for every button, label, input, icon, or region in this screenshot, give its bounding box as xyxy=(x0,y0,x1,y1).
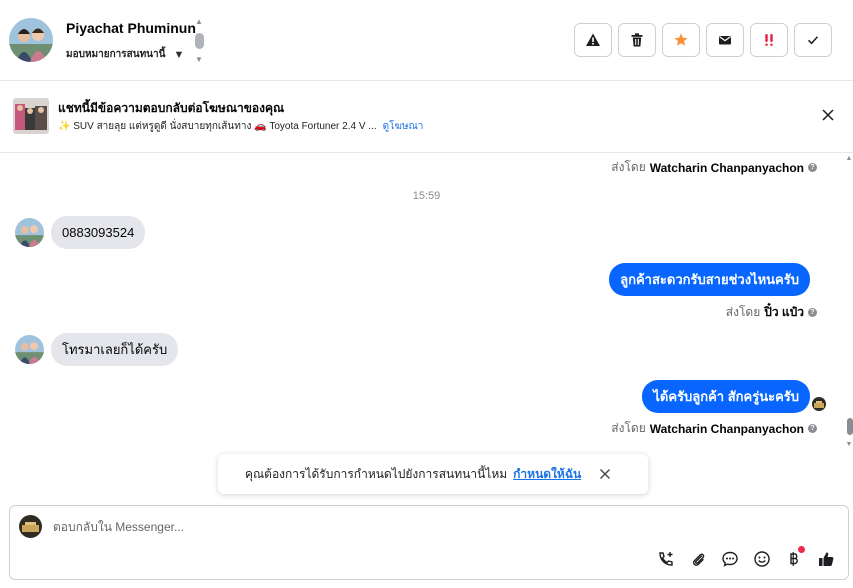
thread-scrollbar[interactable]: ▲ ▼ xyxy=(845,153,853,451)
info-icon[interactable]: ? xyxy=(808,163,817,172)
outgoing-message: ได้ครับลูกค้า สักครู่นะครับ xyxy=(642,380,810,413)
call-button[interactable] xyxy=(656,549,676,569)
sender-name: ปิ๋ว แป๋ว xyxy=(764,305,804,319)
call-icon xyxy=(659,552,673,566)
sender-name: Watcharin Chanpanyachon xyxy=(649,160,804,175)
assign-to-me-link[interactable]: กำหนดให้ฉัน xyxy=(513,465,581,484)
incoming-message: โทรมาเลยก็ได้ครับ xyxy=(15,333,179,366)
message-thread: ส่งโดย Watcharin Chanpanyachon ? 15:59 0… xyxy=(0,153,845,498)
assign-label: มอบหมายการสนทนานี้ xyxy=(66,49,166,60)
assign-conversation-dropdown[interactable]: มอบหมายการสนทนานี้ ▼ xyxy=(66,47,184,62)
star-icon xyxy=(674,33,688,46)
sent-by-prefix: ส่งโดย xyxy=(611,421,646,435)
seen-indicator-avatar xyxy=(812,397,826,411)
contact-avatar-small[interactable] xyxy=(15,335,44,364)
payment-button[interactable] xyxy=(784,546,805,569)
incoming-message: 0883093524 xyxy=(15,216,146,249)
caret-down-icon: ▼ xyxy=(173,48,185,61)
assign-prompt-text: คุณต้องการได้รับการกำหนดไปยังการสนทนานี้… xyxy=(245,466,508,481)
sender-name: Watcharin Chanpanyachon xyxy=(649,421,804,436)
inbox-conversation-view: Piyachat Phuminun มอบหมายการสนทนานี้ ▼ ▲… xyxy=(0,0,853,588)
navigator-handle[interactable] xyxy=(194,33,204,49)
view-ad-link[interactable]: ดูโฆษณา xyxy=(383,119,424,134)
scroll-down-icon[interactable]: ▼ xyxy=(845,441,853,448)
contact-avatar[interactable] xyxy=(9,18,53,62)
message-bubble[interactable]: โทรมาเลยก็ได้ครับ xyxy=(51,333,179,366)
ad-description: ✨ SUV สายลุย แต่หรูดูดี นั่งสบายทุกเส้นท… xyxy=(58,121,377,132)
conversation-navigator: ▲ ▼ xyxy=(192,18,206,64)
close-icon[interactable] xyxy=(821,108,835,122)
contact-avatar-small[interactable] xyxy=(15,218,44,247)
message-bubble[interactable]: ลูกค้าสะดวกรับสายช่วงไหนครับ xyxy=(609,263,810,296)
thumbs-up-icon xyxy=(819,552,834,566)
message-bubble[interactable]: 0883093524 xyxy=(51,216,146,249)
envelope-icon xyxy=(719,36,731,45)
conversation-actions xyxy=(574,23,832,57)
emoji-button[interactable] xyxy=(752,549,772,569)
notification-dot xyxy=(798,546,805,553)
checkmark-icon xyxy=(807,36,819,45)
saved-reply-icon xyxy=(722,551,738,567)
info-icon[interactable]: ? xyxy=(808,308,817,317)
send-like-button[interactable] xyxy=(816,549,836,569)
sent-by-label: ส่งโดย Watcharin Chanpanyachon ? xyxy=(611,158,817,177)
ad-thumbnail[interactable] xyxy=(13,98,49,134)
follow-up-button[interactable] xyxy=(750,23,788,57)
mark-unread-button[interactable] xyxy=(706,23,744,57)
attachment-icon xyxy=(692,553,705,566)
conversation-header: Piyachat Phuminun มอบหมายการสนทนานี้ ▼ ▲… xyxy=(0,0,853,81)
trash-icon xyxy=(631,33,643,47)
ad-reply-banner: แชทนี้มีข้อความตอบกลับต่อโฆษณาของคุณ ✨ S… xyxy=(0,81,853,153)
close-icon[interactable] xyxy=(599,468,611,480)
outgoing-message: ลูกค้าสะดวกรับสายช่วงไหนครับ xyxy=(609,263,810,296)
delete-button[interactable] xyxy=(618,23,656,57)
next-conversation-icon[interactable]: ▼ xyxy=(195,56,203,64)
assign-prompt-toast: คุณต้องการได้รับการกำหนดไปยังการสนทนานี้… xyxy=(218,454,648,494)
double-exclamation-icon xyxy=(765,34,773,46)
info-icon[interactable]: ? xyxy=(808,424,817,433)
scrollbar-thumb[interactable] xyxy=(847,418,853,435)
message-composer xyxy=(9,505,849,580)
sent-by-label: ส่งโดย Watcharin Chanpanyachon ? xyxy=(611,419,817,438)
attach-button[interactable] xyxy=(688,549,708,569)
emoji-icon xyxy=(754,551,770,567)
sent-by-label: ส่งโดย ปิ๋ว แป๋ว ? xyxy=(726,303,817,322)
scroll-up-icon[interactable]: ▲ xyxy=(845,155,853,162)
saved-replies-button[interactable] xyxy=(720,549,740,569)
ad-banner-details: ✨ SUV สายลุย แต่หรูดูดี นั่งสบายทุกเส้นท… xyxy=(58,119,423,134)
sent-by-prefix: ส่งโดย xyxy=(725,305,761,319)
reply-input[interactable] xyxy=(53,520,653,534)
sent-by-prefix: ส่งโดย xyxy=(611,160,646,174)
previous-conversation-icon[interactable]: ▲ xyxy=(195,18,203,26)
contact-name[interactable]: Piyachat Phuminun xyxy=(66,20,196,36)
warning-icon xyxy=(586,33,600,46)
ad-banner-title: แชทนี้มีข้อความตอบกลับต่อโฆษณาของคุณ xyxy=(58,101,285,115)
report-button[interactable] xyxy=(574,23,612,57)
message-bubble[interactable]: ได้ครับลูกค้า สักครู่นะครับ xyxy=(642,380,810,413)
mark-done-button[interactable] xyxy=(794,23,832,57)
composer-toolbar xyxy=(656,546,836,569)
message-timestamp: 15:59 xyxy=(412,190,441,202)
star-button[interactable] xyxy=(662,23,700,57)
page-avatar xyxy=(19,515,42,538)
